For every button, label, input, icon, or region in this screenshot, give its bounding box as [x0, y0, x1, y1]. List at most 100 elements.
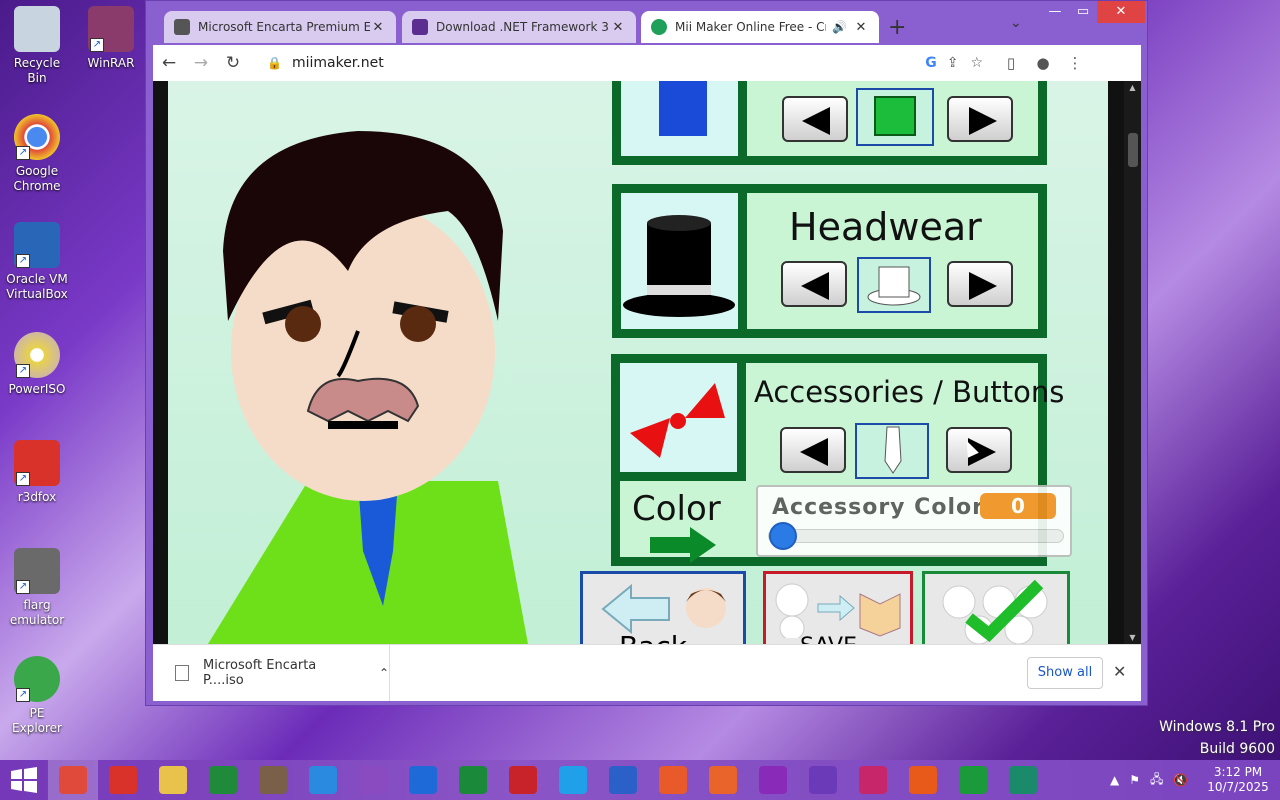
desktop-icon-pe-explorer[interactable]: ↗ PE Explorer [4, 656, 70, 736]
desktop-icon-poweriso[interactable]: ↗ PowerISO [4, 332, 70, 397]
taskbar-app-mail[interactable] [398, 760, 448, 800]
tab-search-icon[interactable]: ⌄ [1010, 15, 1022, 31]
taskbar-app-finance[interactable] [448, 760, 498, 800]
volume-muted-icon[interactable]: 🔇 [1173, 773, 1188, 787]
network-icon[interactable]: 🖧 [1150, 770, 1163, 791]
browser-toolbar: ← → ↻ 🔒 miimaker.net G ⇪ ☆ ▯ ● ⋮ [153, 45, 1141, 81]
confirm-button[interactable] [922, 571, 1070, 644]
headwear-selection[interactable] [857, 257, 931, 313]
taskbar-app-flarg[interactable] [248, 760, 298, 800]
taskbar-app-people[interactable] [698, 760, 748, 800]
clock[interactable]: 3:12 PM 10/7/2025 [1206, 765, 1270, 795]
share-icon[interactable]: ⇪ [947, 55, 959, 71]
side-panel-icon[interactable]: ▯ [995, 54, 1027, 72]
accessory-prev-button[interactable] [780, 427, 846, 473]
headwear-panel: Headwear [612, 184, 1047, 338]
r3dfox-icon: ↗ [14, 440, 60, 486]
color-slider-track[interactable] [768, 522, 1064, 550]
shirt-thumbnail [621, 81, 747, 156]
skype-icon [559, 766, 587, 794]
pe-explorer-icon: ↗ [14, 656, 60, 702]
taskbar-app-skype[interactable] [548, 760, 598, 800]
desktop-icon-r3dfox[interactable]: ↗ r3dfox [4, 440, 70, 505]
scrollbar-thumb[interactable] [1128, 133, 1138, 167]
show-all-button[interactable]: Show all [1027, 657, 1103, 689]
headwear-prev-button[interactable] [781, 261, 847, 307]
encarta-favicon-icon [174, 19, 190, 35]
mii-head-icon [686, 588, 726, 628]
desktop-icon-flarg[interactable]: ↗ flarg emulator [4, 548, 70, 628]
desktop-icon-recycle-bin[interactable]: Recycle Bin [4, 6, 70, 86]
mii-mouth [328, 421, 398, 429]
tab-dotnet[interactable]: Download .NET Framework 3.5 S ✕ [402, 11, 636, 43]
window-close-button[interactable]: ✕ [1097, 1, 1145, 23]
taskbar-app-trophy[interactable] [348, 760, 398, 800]
dotnet-favicon-icon [412, 19, 428, 35]
menu-kebab-icon[interactable]: ⋮ [1059, 54, 1091, 72]
address-bar[interactable]: 🔒 miimaker.net G ⇪ ☆ [255, 48, 995, 78]
desktop-icon-winrar[interactable]: ↗ WinRAR [78, 6, 144, 71]
tab-encarta[interactable]: Microsoft Encarta Premium Editio ✕ [164, 11, 396, 43]
accessory-color-value: 0 [980, 493, 1056, 519]
page-scrollbar[interactable]: ▲ ▼ [1124, 81, 1141, 644]
prev-arrow-button[interactable] [782, 96, 848, 142]
mail-icon [409, 766, 437, 794]
checkmark-icon [942, 579, 1048, 644]
maximize-button[interactable]: ▭ [1069, 1, 1097, 23]
bookmark-star-icon[interactable]: ☆ [970, 55, 983, 71]
back-button[interactable]: Back [580, 571, 746, 644]
taskbar-app-news[interactable] [498, 760, 548, 800]
taskbar-app-r3dfox[interactable] [98, 760, 148, 800]
taskbar-app-weather[interactable] [298, 760, 348, 800]
scroll-down-icon[interactable]: ▼ [1124, 633, 1141, 642]
taskbar-app-file-explorer[interactable] [148, 760, 198, 800]
color-slider-knob[interactable] [769, 522, 797, 550]
taskbar-app-music[interactable] [898, 760, 948, 800]
desktop-icon-label: Recycle Bin [13, 56, 61, 85]
taskbar-app-onedrive[interactable] [598, 760, 648, 800]
next-arrow-button[interactable] [947, 96, 1013, 142]
close-icon[interactable]: ✕ [370, 20, 386, 35]
weather-icon [309, 766, 337, 794]
mii-maker-page: Headwear Accessories / Buttons Color Acc… [168, 81, 1108, 644]
back-arrow-icon[interactable]: ← [153, 53, 185, 73]
minimize-button[interactable]: — [1041, 1, 1069, 23]
onedrive-icon [609, 766, 637, 794]
new-tab-button[interactable]: + [888, 15, 906, 40]
scroll-up-icon[interactable]: ▲ [1124, 83, 1141, 92]
accessory-next-button[interactable] [946, 427, 1012, 473]
taskbar-app-camera[interactable] [848, 760, 898, 800]
taskbar-app-food[interactable] [998, 760, 1048, 800]
download-item[interactable]: Microsoft Encarta P....iso ⌃ [153, 645, 390, 701]
desktop-icon-chrome[interactable]: ↗ Google Chrome [4, 114, 70, 194]
page-viewport: Headwear Accessories / Buttons Color Acc… [153, 81, 1141, 644]
tray-expand-icon[interactable]: ▲ [1110, 773, 1119, 787]
close-icon[interactable]: ✕ [610, 20, 626, 35]
google-lens-icon[interactable]: G [925, 55, 937, 71]
windows-logo-icon [11, 767, 37, 793]
headwear-next-button[interactable] [947, 261, 1013, 307]
start-button[interactable] [0, 760, 48, 800]
taskbar-app-chrome[interactable] [48, 760, 98, 800]
save-button[interactable]: SAVE [763, 571, 913, 644]
close-icon[interactable]: ✕ [853, 20, 869, 35]
r3dfox-icon [109, 766, 137, 794]
flag-icon[interactable]: ⚑ [1129, 773, 1140, 787]
chevron-up-icon[interactable]: ⌃ [379, 666, 389, 680]
desktop-icon-label: PE Explorer [12, 706, 62, 735]
shirt-color-swatch[interactable] [856, 88, 934, 146]
taskbar-app-store[interactable] [198, 760, 248, 800]
close-icon[interactable]: ✕ [1113, 662, 1126, 681]
profile-avatar-icon[interactable]: ● [1027, 54, 1059, 72]
desktop-icon-virtualbox[interactable]: ↗ Oracle VM VirtualBox [4, 222, 70, 302]
tab-mii-maker[interactable]: Mii Maker Online Free - Crea 🔊 ✕ [641, 11, 879, 43]
accessory-selection[interactable] [855, 423, 929, 479]
taskbar-app-calendar[interactable] [798, 760, 848, 800]
taskbar-app-games[interactable] [948, 760, 998, 800]
music-icon [909, 766, 937, 794]
speaker-icon[interactable]: 🔊 [832, 20, 847, 34]
taskbar-app-onenote[interactable] [748, 760, 798, 800]
forward-arrow-icon[interactable]: → [185, 53, 217, 73]
taskbar-app-help[interactable] [648, 760, 698, 800]
reload-icon[interactable]: ↻ [217, 53, 249, 73]
